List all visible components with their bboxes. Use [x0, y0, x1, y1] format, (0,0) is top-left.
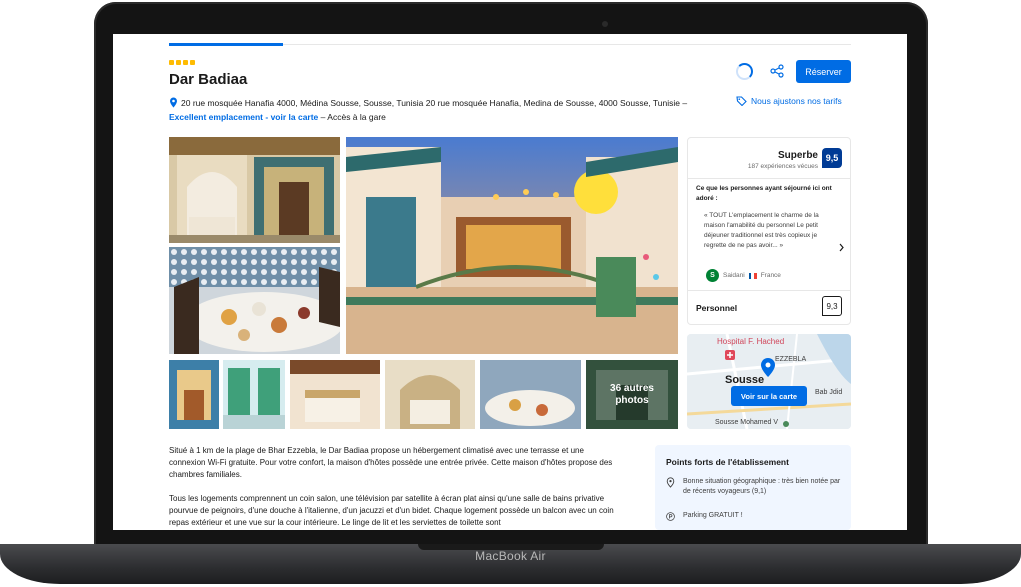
- highlight-location-text: Bonne situation géographique : très bien…: [683, 478, 841, 495]
- photo-thumb-5-image: [480, 360, 581, 429]
- price-match-link[interactable]: Nous ajustons nos tarifs: [736, 96, 842, 106]
- photo-thumb-5[interactable]: [480, 360, 581, 429]
- star-icon: [190, 60, 195, 65]
- photo-thumb-more[interactable]: 36 autres photos: [586, 360, 678, 429]
- photo-breakfast-table-image: [169, 247, 340, 354]
- location-map-link[interactable]: Excellent emplacement - voir la carte: [169, 112, 318, 122]
- map-label-bab-jdid: Bab Jdid: [815, 389, 843, 396]
- laptop-frame: MacBook Air Dar Badiaa 20 rue mosquée Ha…: [0, 0, 1021, 587]
- location-map[interactable]: Hospital F. Hached EZZEBLA Sousse Bab Jd…: [687, 334, 851, 429]
- avatar: S: [706, 269, 719, 282]
- location-line: Excellent emplacement - voir la carte – …: [169, 112, 386, 122]
- highlight-parking: Parking GRATUIT !: [666, 511, 743, 522]
- photo-thumb-2[interactable]: [223, 360, 285, 429]
- photo-courtyard-main[interactable]: [346, 137, 678, 354]
- photo-thumb-3[interactable]: [290, 360, 380, 429]
- property-page: Dar Badiaa 20 rue mosquée Hanafia 4000, …: [169, 34, 851, 530]
- show-on-map-button[interactable]: Voir sur la carte: [731, 386, 807, 406]
- map-image: [687, 334, 851, 429]
- review-score-card[interactable]: Superbe 187 expériences vécues 9,5 Ce qu…: [687, 137, 851, 325]
- price-match-label: Nous ajustons nos tarifs: [751, 96, 842, 106]
- score-word: Superbe: [777, 150, 818, 161]
- staff-category-label: Personnel: [696, 303, 738, 313]
- map-pin-icon: [666, 477, 675, 488]
- review-intro: Ce que les personnes ayant séjourné ici …: [696, 185, 832, 202]
- highlight-location: Bonne situation géographique : très bien…: [666, 477, 842, 497]
- description-paragraph: Situé à 1 km de la plage de Bhar Ezzebla…: [169, 446, 613, 479]
- property-description: Situé à 1 km de la plage de Bhar Ezzebla…: [169, 445, 617, 530]
- address-text: 20 rue mosquée Hanafia 4000, Médina Sous…: [181, 97, 688, 108]
- photo-thumb-2-image: [223, 360, 285, 429]
- browser-screen: Dar Badiaa 20 rue mosquée Hanafia 4000, …: [113, 34, 907, 530]
- wishlist-loading-icon[interactable]: [736, 63, 753, 80]
- divider: [688, 178, 850, 179]
- share-icon[interactable]: [770, 64, 784, 78]
- star-icon: [183, 60, 188, 65]
- map-label-station: Sousse Mohamed V: [715, 419, 779, 426]
- star-rating: [169, 60, 195, 65]
- address-line: 20 rue mosquée Hanafia 4000, Médina Sous…: [169, 97, 687, 108]
- map-label-hospital: Hospital F. Hached: [717, 337, 785, 346]
- property-title: Dar Badiaa: [169, 71, 248, 88]
- parking-icon: [666, 512, 675, 521]
- photo-thumb-4-image: [385, 360, 475, 429]
- france-flag-icon: [748, 272, 757, 279]
- author-name: Saidani: [723, 272, 745, 279]
- photo-breakfast-table[interactable]: [169, 247, 340, 354]
- staff-score-badge: 9,3: [822, 296, 842, 316]
- photo-bedroom-alcove-image: [169, 137, 340, 243]
- map-pin-icon: [170, 97, 177, 108]
- tab-overview-indicator[interactable]: [169, 43, 283, 46]
- property-highlights: Points forts de l'établissement Bonne si…: [655, 445, 851, 530]
- photo-courtyard-main-image: [346, 137, 678, 354]
- camera-dot: [602, 21, 608, 27]
- more-photos-word: photos: [615, 394, 649, 406]
- photo-bedroom-alcove[interactable]: [169, 137, 340, 243]
- map-label-sousse: Sousse: [725, 374, 765, 386]
- highlights-title: Points forts de l'établissement: [666, 457, 789, 467]
- map-label-ezzebla: EZZEBLA: [775, 356, 807, 363]
- photo-thumb-4[interactable]: [385, 360, 475, 429]
- price-tag-icon: [736, 96, 747, 106]
- star-icon: [176, 60, 181, 65]
- review-author: S Saidani France: [706, 269, 781, 282]
- review-quote: « TOUT L'emplacement le charme de la mai…: [704, 212, 819, 249]
- star-icon: [169, 60, 174, 65]
- more-photos-count: 36 autres: [610, 382, 654, 394]
- description-paragraph: Tous les logements comprennent un coin s…: [169, 494, 614, 527]
- device-label: MacBook Air: [475, 549, 546, 563]
- photo-thumb-1-image: [169, 360, 219, 429]
- score-badge: 9,5: [822, 148, 842, 168]
- highlight-parking-text: Parking GRATUIT !: [683, 512, 743, 519]
- divider: [688, 290, 850, 291]
- book-button[interactable]: Réserver: [796, 60, 851, 83]
- more-photos-overlay[interactable]: 36 autres photos: [586, 360, 678, 429]
- author-country: France: [760, 272, 781, 279]
- photo-thumb-1[interactable]: [169, 360, 219, 429]
- review-count: 187 expériences vécues: [747, 163, 818, 170]
- location-suffix: – Accès à la gare: [320, 112, 386, 122]
- laptop-base: MacBook Air: [0, 544, 1021, 584]
- chevron-right-icon[interactable]: [838, 243, 845, 252]
- photo-thumb-3-image: [290, 360, 380, 429]
